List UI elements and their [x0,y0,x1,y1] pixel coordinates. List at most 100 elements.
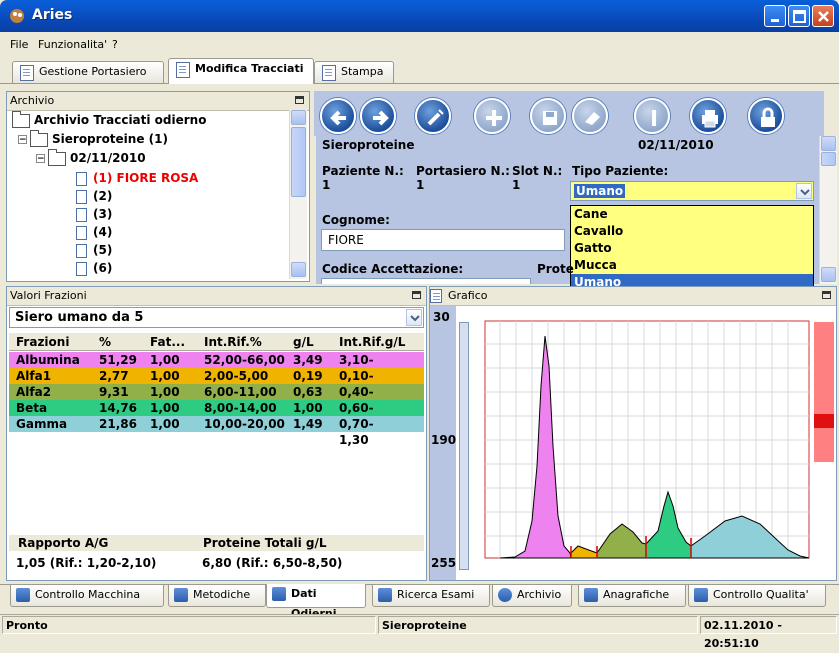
option-gatto[interactable]: Gatto [571,240,813,257]
tab-metodiche[interactable]: Metodiche [168,585,266,607]
cell-gl: 0,19 [293,369,323,383]
option-cavallo[interactable]: Cavallo [571,223,813,240]
tipo-paziente-select[interactable]: Umano [570,181,814,201]
chart-icon [272,587,286,601]
person-icon [174,588,188,602]
lock-button[interactable] [748,98,784,134]
tab-controllo-qualita[interactable]: Controllo Qualita' [688,585,826,607]
printer-icon [702,110,718,128]
fraction-row[interactable]: Alfa12,771,002,00-5,000,190,10-0,30 [9,368,424,399]
pin-icon[interactable] [295,96,304,104]
cell-gl: 0,63 [293,385,323,399]
fraction-row-cells: Albumina51,291,0052,00-66,003,493,10-5,2… [10,352,374,383]
cell-fat: 1,00 [150,417,180,431]
back-button[interactable] [320,98,356,134]
scroll-thumb[interactable] [821,152,836,166]
cell-rif: 6,00-11,00 [204,385,277,399]
chevron-down-icon[interactable] [796,183,812,199]
fraction-row[interactable]: Alfa29,311,006,00-11,000,630,40-0,90 [9,384,424,415]
tree-group-label: Sieroproteine (1) [52,132,168,146]
tree-date[interactable]: − 02/11/2010 [36,148,146,166]
fraction-row[interactable]: Beta14,761,008,00-14,001,000,60-1,10 [9,400,424,431]
cell-fat: 1,00 [150,353,180,367]
cognome-label: Cognome: [322,213,390,227]
collapse-icon[interactable]: − [18,135,27,145]
fraction-row[interactable]: Albumina51,291,0052,00-66,003,493,10-5,2… [9,352,424,383]
forward-button[interactable] [360,98,396,134]
cognome-input[interactable]: FIORE [321,229,565,251]
status-left: Pronto [2,616,376,634]
col-gl[interactable]: g/L [293,334,314,350]
document-icon [76,171,87,186]
col-fattore[interactable]: Fat... [150,334,185,350]
scroll-thumb[interactable] [291,127,306,197]
tree-item-4[interactable]: (4) [76,224,112,240]
tipo-paziente-label: Tipo Paziente: [572,164,669,178]
valori-columns: Frazioni % Fat... Int.Rif.% g/L Int.Rif.… [10,334,405,350]
edit-button[interactable] [415,98,451,134]
menu-help[interactable]: ? [112,38,118,51]
electrophoresis-chart [484,320,834,559]
menu-file[interactable]: File [10,38,28,51]
tree-item-label: (3) [93,207,113,221]
tree-root[interactable]: Archivio Tracciati odierno [12,110,206,128]
tab-modifica-tracciati[interactable]: Modifica Tracciati [168,58,314,84]
scroll-up-icon[interactable] [291,110,306,125]
collapse-icon[interactable]: − [36,154,45,164]
archivio-header: Archivio [7,92,309,111]
form-scrollbar[interactable] [819,136,837,284]
print-button[interactable] [690,98,726,134]
cell-name: Alfa2 [16,385,52,399]
slot-value: 1 [512,178,521,192]
title-bar[interactable] [0,0,839,32]
siero-select-value: Siero umano da 5 [15,310,144,325]
scroll-up-icon[interactable] [821,136,836,151]
scroll-down-icon[interactable] [821,267,836,282]
tab-label: Metodiche [193,588,251,601]
tree-item-1[interactable]: (1) FIORE ROSA [76,170,198,186]
lock-icon [761,107,775,127]
tab-label: Anagrafiche [603,588,670,601]
cell-rifgl: 0,70-1,30 [339,417,374,447]
col-int-rif-gl[interactable]: Int.Rif.g/L [339,334,405,350]
tab-controllo-macchina[interactable]: Controllo Macchina [10,585,164,607]
delete-button[interactable] [634,98,670,134]
archivio-scrollbar[interactable] [289,110,307,279]
chevron-down-icon[interactable] [406,309,422,326]
option-mucca[interactable]: Mucca [571,257,813,274]
tree-item-3[interactable]: (3) [76,206,112,222]
save-button[interactable] [530,98,566,134]
codice-accettazione-label: Codice Accettazione: [322,262,464,276]
option-cane[interactable]: Cane [571,206,813,223]
tab-dati-odierni[interactable]: Dati Odierni [266,584,366,620]
app-icon [8,7,26,25]
col-percent[interactable]: % [99,334,111,350]
tree-item-2[interactable]: (2) [76,188,112,204]
cell-rif: 2,00-5,00 [204,369,269,383]
tree-group[interactable]: − Sieroproteine (1) [18,129,168,147]
tab-stampa[interactable]: Stampa [314,61,394,83]
add-button[interactable] [474,98,510,134]
maximize-button[interactable] [788,5,810,27]
erase-button[interactable] [572,98,608,134]
col-int-rif-percent[interactable]: Int.Rif.% [204,334,262,350]
tree-item-6[interactable]: (6) [76,260,112,276]
col-frazioni[interactable]: Frazioni [16,334,69,350]
scale-mid-label: 190 [431,433,457,447]
siero-select[interactable]: Siero umano da 5 [9,307,424,328]
tab-ricerca-esami[interactable]: Ricerca Esami [372,585,490,607]
tab-anagrafiche[interactable]: Anagrafiche [578,585,686,607]
tab-gestione-portasiero[interactable]: Gestione Portasiero [12,61,164,83]
tree-item-5[interactable]: (5) [76,242,112,258]
pin-icon[interactable] [822,291,831,299]
floppy-icon [543,111,557,125]
close-button[interactable] [812,5,834,27]
pin-icon[interactable] [412,291,421,299]
fraction-row[interactable]: Gamma 21,86 1,00 10,00-20,00 1,49 0,70-1,30 [9,416,424,447]
minimize-button[interactable] [764,5,786,27]
scroll-down-icon[interactable] [291,262,306,277]
tab-archivio[interactable]: Archivio [492,585,572,607]
codice-accettazione-input[interactable] [321,278,531,284]
menu-funzionalita[interactable]: Funzionalita' [38,38,107,51]
density-slider[interactable] [459,322,469,570]
